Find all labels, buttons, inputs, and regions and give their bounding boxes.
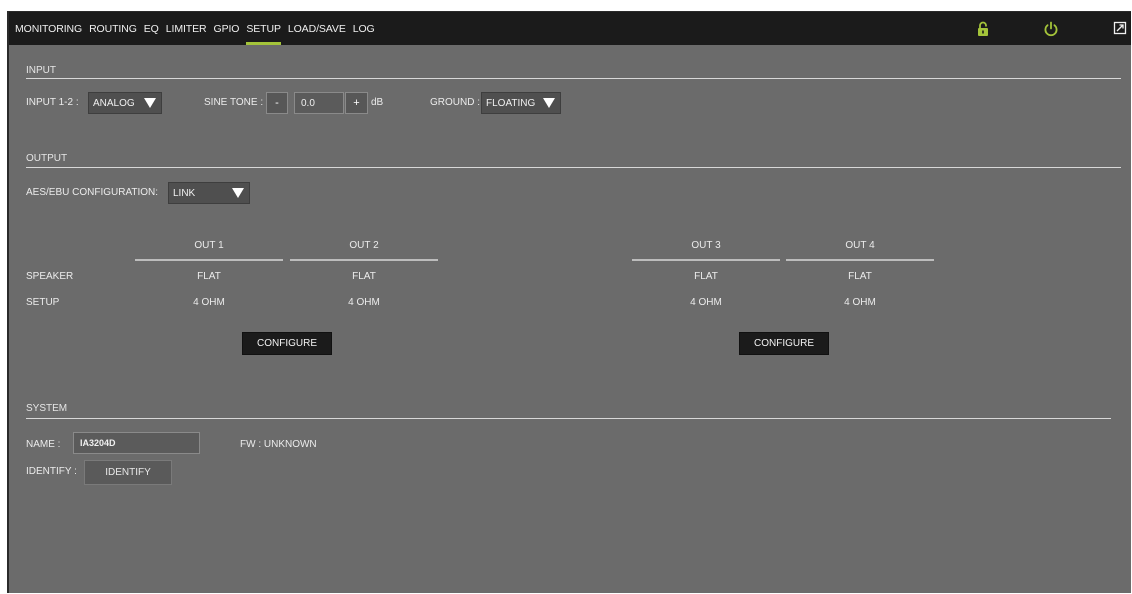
main-nav: MONITORING ROUTING EQ LIMITER GPIO SETUP…	[15, 12, 382, 45]
fullscreen-icon[interactable]	[1113, 21, 1127, 40]
tab-load-save[interactable]: LOAD/SAVE	[288, 21, 346, 37]
output-section-title: OUTPUT	[26, 153, 68, 164]
out3-speaker: FLAT	[694, 271, 718, 282]
out2-header: OUT 2	[349, 240, 379, 251]
app-window: MONITORING ROUTING EQ LIMITER GPIO SETUP…	[7, 11, 1131, 593]
tab-monitoring[interactable]: MONITORING	[15, 21, 82, 37]
power-icon[interactable]	[1043, 21, 1059, 42]
out4-underline	[786, 259, 934, 261]
tab-routing[interactable]: ROUTING	[89, 21, 137, 37]
ground-label: GROUND :	[430, 97, 480, 108]
chevron-down-icon	[144, 98, 156, 108]
setup-row-label: SETUP	[26, 297, 60, 308]
configure-out34-button[interactable]: CONFIGURE	[739, 332, 829, 355]
input-divider	[26, 78, 1121, 79]
tab-eq[interactable]: EQ	[144, 21, 159, 37]
out2-impedance: 4 OHM	[348, 297, 380, 308]
identify-label: IDENTIFY :	[26, 466, 77, 477]
tab-gpio[interactable]: GPIO	[214, 21, 240, 37]
top-bar: MONITORING ROUTING EQ LIMITER GPIO SETUP…	[9, 12, 1131, 45]
system-section-title: SYSTEM	[26, 403, 68, 414]
speaker-row-label: SPEAKER	[26, 271, 74, 282]
firmware-label: FW : UNKNOWN	[240, 439, 317, 450]
chevron-down-icon	[543, 98, 555, 108]
out4-impedance: 4 OHM	[844, 297, 876, 308]
sine-unit: dB	[371, 97, 384, 108]
out3-header: OUT 3	[691, 240, 721, 251]
output-divider	[26, 167, 1121, 168]
sine-plus-button[interactable]: +	[345, 92, 368, 114]
out4-speaker: FLAT	[848, 271, 872, 282]
out3-impedance: 4 OHM	[690, 297, 722, 308]
system-divider	[26, 418, 1111, 419]
out1-underline	[135, 259, 283, 261]
input-section-title: INPUT	[26, 65, 56, 76]
aes-label: AES/EBU CONFIGURATION:	[26, 187, 159, 198]
out2-underline	[290, 259, 438, 261]
tab-log[interactable]: LOG	[353, 21, 375, 37]
input12-value: ANALOG	[93, 97, 135, 109]
ground-value: FLOATING	[486, 97, 536, 109]
input12-select[interactable]: ANALOG	[88, 92, 162, 114]
out2-speaker: FLAT	[352, 271, 376, 282]
sine-minus-button[interactable]: -	[266, 92, 288, 114]
name-label: NAME :	[26, 439, 61, 450]
out4-header: OUT 4	[845, 240, 875, 251]
device-name-input[interactable]: IA3204D	[73, 432, 200, 454]
sine-tone-input[interactable]: 0.0	[294, 92, 344, 114]
identify-button[interactable]: IDENTIFY	[84, 460, 172, 485]
lock-open-icon[interactable]	[977, 21, 989, 42]
out1-impedance: 4 OHM	[193, 297, 225, 308]
aes-value: LINK	[173, 187, 196, 199]
out1-speaker: FLAT	[197, 271, 221, 282]
tab-limiter[interactable]: LIMITER	[166, 21, 207, 37]
out3-underline	[632, 259, 780, 261]
ground-select[interactable]: FLOATING	[481, 92, 561, 114]
out1-header: OUT 1	[194, 240, 224, 251]
chevron-down-icon	[232, 188, 244, 198]
tab-setup[interactable]: SETUP	[246, 21, 281, 45]
input12-label: INPUT 1-2 :	[26, 97, 79, 108]
aes-select[interactable]: LINK	[168, 182, 250, 204]
sine-tone-label: SINE TONE :	[204, 97, 264, 108]
configure-out12-button[interactable]: CONFIGURE	[242, 332, 332, 355]
